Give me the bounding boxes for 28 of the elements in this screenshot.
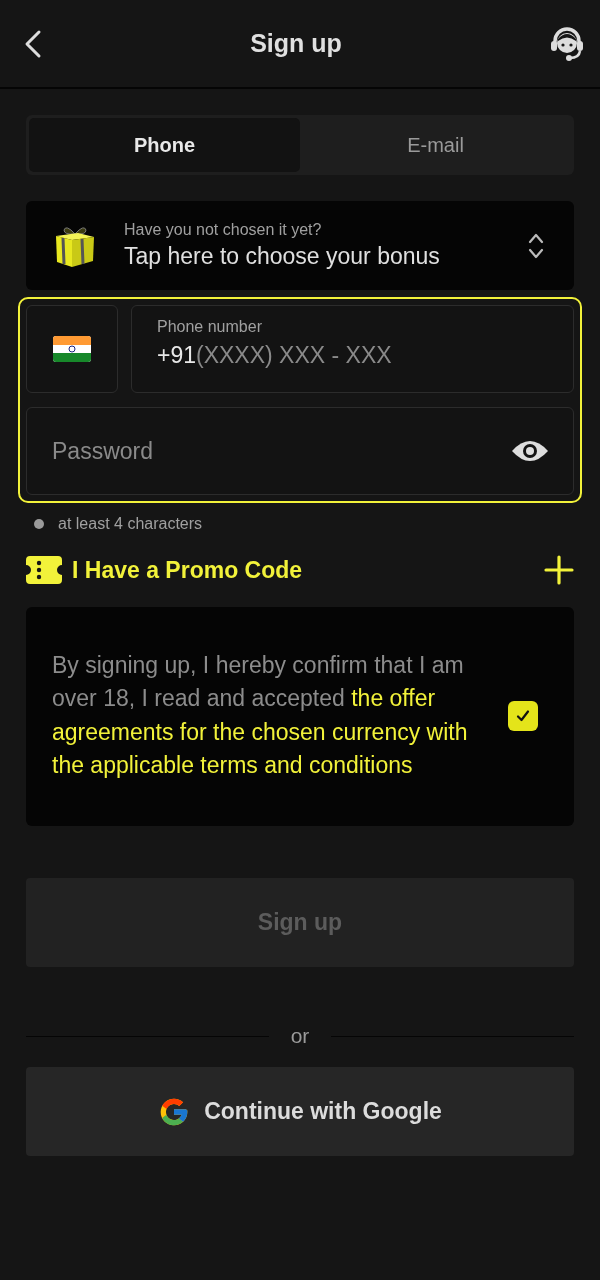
- ticket-icon: [26, 556, 62, 584]
- phone-field[interactable]: Phone number +91(XXXX) XXX - XXX: [131, 305, 574, 393]
- check-icon: [515, 707, 531, 724]
- bonus-caption: Have you not chosen it yet?: [124, 221, 323, 239]
- password-hint: at least 4 characters: [58, 515, 203, 533]
- bonus-label: Tap here to choose your bonus: [124, 243, 441, 270]
- eye-icon[interactable]: [511, 439, 549, 463]
- terms-text: By signing up, I hereby confirm that I am over 18, I read and accepted the offer agreements for the chosen currency with the applicable terms and conditions: [52, 650, 469, 780]
- country-selector[interactable]: [26, 305, 118, 393]
- terms-checkbox[interactable]: [508, 700, 538, 731]
- chevron-up-down-icon: [528, 232, 544, 259]
- bonus-selector[interactable]: Have you not chosen it yet? Tap here to choose your bonus: [26, 201, 574, 290]
- tab[interactable]: E-mail: [300, 118, 571, 172]
- tab[interactable]: Phone: [29, 118, 300, 172]
- promo-code-label[interactable]: I Have a Promo Code: [72, 556, 534, 584]
- google-button-label: Continue with Google: [204, 1098, 442, 1125]
- password-field[interactable]: Password: [26, 407, 574, 495]
- phone-input[interactable]: (XXXX) XXX - XXX: [196, 342, 548, 369]
- india-flag-icon: [53, 336, 91, 362]
- password-input[interactable]: Password: [52, 437, 511, 465]
- headset-icon[interactable]: [548, 25, 586, 62]
- google-button[interactable]: Continue with Google: [26, 1067, 574, 1156]
- bullet-icon: [34, 519, 44, 529]
- country-code: +91: [157, 342, 196, 369]
- plus-icon[interactable]: [544, 555, 574, 585]
- divider-label: or: [290, 1024, 310, 1048]
- field-label: Phone number: [157, 318, 263, 336]
- page-title: Sign up: [250, 29, 342, 58]
